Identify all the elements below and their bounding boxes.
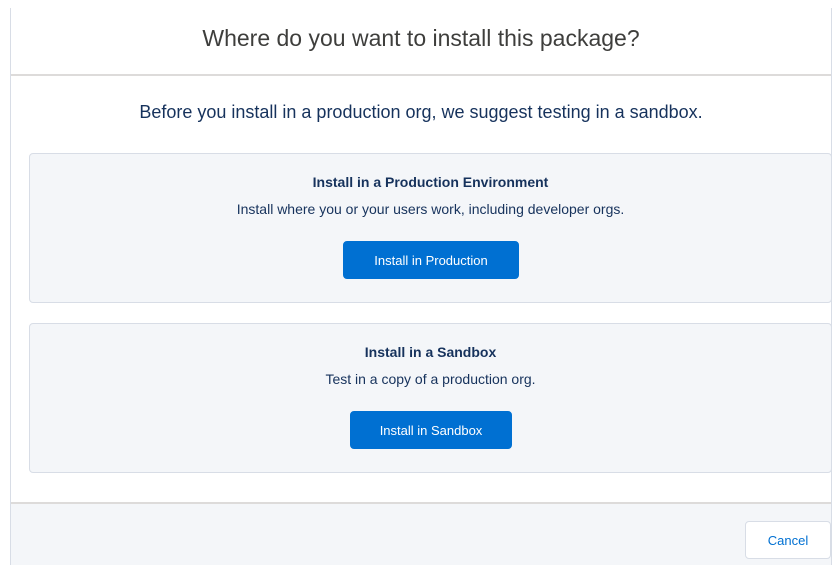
production-option-panel: Install in a Production Environment Inst… [29,153,832,303]
cancel-button[interactable]: Cancel [745,521,831,559]
modal-body: Before you install in a production org, … [11,76,832,506]
sandbox-option-panel: Install in a Sandbox Test in a copy of a… [29,323,832,473]
modal-footer: Cancel [11,502,831,565]
modal-header: Where do you want to install this packag… [11,8,831,76]
install-package-modal: Where do you want to install this packag… [10,8,832,565]
sandbox-option-title: Install in a Sandbox [364,344,497,360]
install-in-production-button[interactable]: Install in Production [343,241,519,279]
production-option-description: Install where you or your users work, in… [236,201,625,217]
intro-text: Before you install in a production org, … [139,102,703,122]
sandbox-option-description: Test in a copy of a production org. [325,371,536,387]
install-in-sandbox-button[interactable]: Install in Sandbox [350,411,512,449]
modal-title: Where do you want to install this packag… [202,24,640,51]
production-option-title: Install in a Production Environment [312,174,549,190]
